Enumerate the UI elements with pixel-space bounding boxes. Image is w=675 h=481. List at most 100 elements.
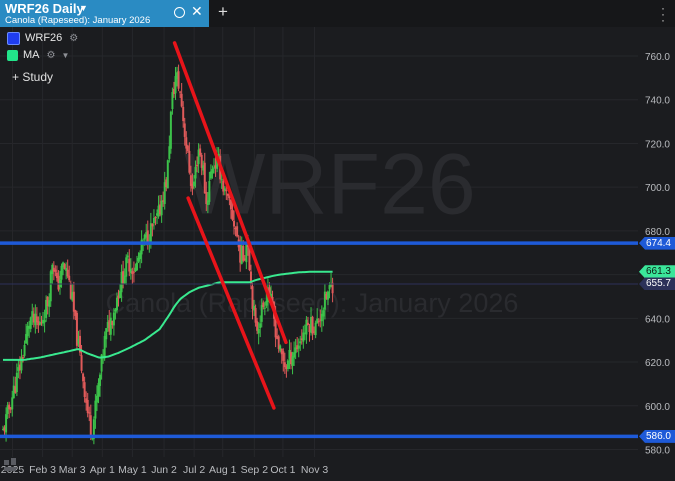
gear-icon[interactable]: ⚙ xyxy=(47,50,56,61)
candle-body xyxy=(314,322,317,336)
candle-body xyxy=(29,317,32,329)
time-axis-tick: Nov 3 xyxy=(301,464,329,476)
candle-body xyxy=(263,307,266,309)
candle-body xyxy=(286,360,289,369)
time-axis-tick: Apr 1 xyxy=(90,464,115,476)
price-tag: 674.4 xyxy=(638,236,675,250)
tab-bar: WRF26 Daily ▼ Canola (Rapeseed): January… xyxy=(0,0,675,27)
add-study-button[interactable]: + Study xyxy=(12,70,53,84)
price-axis-tick: 700.0 xyxy=(645,183,670,194)
candle-body xyxy=(132,271,135,273)
candle-body xyxy=(199,148,202,156)
candle-body xyxy=(169,111,172,149)
legend-label-ma: MA xyxy=(23,49,40,61)
candle-body xyxy=(82,373,85,382)
price-axis-tick: 680.0 xyxy=(645,227,670,238)
candle-body xyxy=(259,323,262,328)
candle-body xyxy=(15,372,18,392)
candle-body xyxy=(203,162,206,194)
candle-body xyxy=(231,209,234,220)
candle-body xyxy=(220,179,223,181)
candle-body xyxy=(257,328,260,334)
more-menu-icon[interactable]: · · · xyxy=(660,2,666,26)
chevron-down-icon[interactable]: ▼ xyxy=(61,51,69,60)
candle-body xyxy=(233,220,236,227)
logo-icon xyxy=(4,460,9,465)
logo-icon xyxy=(11,458,16,465)
time-axis-tick: Oct 1 xyxy=(270,464,295,476)
legend-item-ma[interactable]: MA ⚙ ▼ xyxy=(7,48,69,62)
candle-body xyxy=(151,223,154,227)
candle-body xyxy=(311,316,314,334)
watermark-name: Canola (Rapeseed): January 2026 xyxy=(106,288,519,318)
candle-body xyxy=(251,286,254,309)
gear-icon[interactable]: ⚙ xyxy=(69,33,78,44)
candle-body xyxy=(188,150,191,173)
candle-body xyxy=(171,92,174,109)
candle-body xyxy=(80,355,83,371)
tab-title: WRF26 Daily xyxy=(5,1,84,16)
tab-dropdown-icon[interactable]: ▼ xyxy=(79,3,88,13)
candle-body xyxy=(112,312,115,326)
candle-body xyxy=(22,357,25,359)
candle-body xyxy=(179,91,182,93)
candle-body xyxy=(83,382,86,398)
time-axis-tick: May 1 xyxy=(118,464,147,476)
chart-tab[interactable]: WRF26 Daily ▼ Canola (Rapeseed): January… xyxy=(0,0,209,27)
time-axis-tick: Mar 3 xyxy=(59,464,86,476)
candle-body xyxy=(54,269,57,272)
candle-body xyxy=(180,93,183,107)
candle-body xyxy=(291,356,294,366)
candle-body xyxy=(194,166,197,179)
candle-body xyxy=(211,169,214,174)
close-tab-icon[interactable]: ✕ xyxy=(191,4,203,18)
time-axis-tick: Jun 2 xyxy=(151,464,177,476)
price-axis-tick: 620.0 xyxy=(645,358,670,369)
price-tag: 586.0 xyxy=(638,429,675,443)
candle-body xyxy=(305,319,308,335)
time-axis-tick: Jul 2 xyxy=(183,464,205,476)
price-axis-tick: 740.0 xyxy=(645,96,670,107)
price-tag: 655.7 xyxy=(638,277,675,291)
candle-body xyxy=(262,302,265,308)
candle-body xyxy=(166,160,169,189)
candle-body xyxy=(186,145,189,151)
candle-body xyxy=(88,412,91,414)
price-axis-tick: 760.0 xyxy=(645,52,670,63)
candle-body xyxy=(95,395,98,403)
price-axis-tick: 600.0 xyxy=(645,402,670,413)
candle-body xyxy=(43,320,46,323)
price-axis-tick: 720.0 xyxy=(645,139,670,150)
add-tab-icon[interactable]: + xyxy=(218,3,228,20)
candle-body xyxy=(306,322,309,326)
legend-item-wrf26[interactable]: WRF26 ⚙ xyxy=(7,31,78,45)
candle-body xyxy=(68,275,71,281)
tab-status-circle-icon[interactable] xyxy=(174,7,185,18)
wrf26-color-swatch xyxy=(7,31,20,45)
candle-body xyxy=(11,397,14,410)
candle-body xyxy=(322,310,325,317)
logo-icon xyxy=(4,467,16,471)
candle-body xyxy=(196,164,199,167)
candle-body xyxy=(317,321,320,323)
candle-body xyxy=(58,279,61,288)
candle-body xyxy=(152,217,155,224)
candle-body xyxy=(86,399,89,414)
price-chart[interactable]: WRF26 Canola (Rapeseed): January 2026 760.… xyxy=(0,27,675,481)
candle-body xyxy=(103,335,106,359)
candle-body xyxy=(283,362,286,368)
candle-body xyxy=(183,123,186,137)
candle-body xyxy=(49,271,52,302)
candle-body xyxy=(192,181,195,187)
candle-body xyxy=(316,318,319,324)
candle-body xyxy=(123,275,126,285)
candle-body xyxy=(135,262,138,271)
candle-body xyxy=(115,297,118,311)
candle-body xyxy=(182,106,185,122)
candle-body xyxy=(236,226,239,237)
time-axis-tick: Feb 3 xyxy=(29,464,56,476)
ma-color-swatch xyxy=(7,49,18,61)
candle-body xyxy=(177,71,180,89)
candle-body xyxy=(66,269,69,277)
candle-body xyxy=(38,322,41,325)
